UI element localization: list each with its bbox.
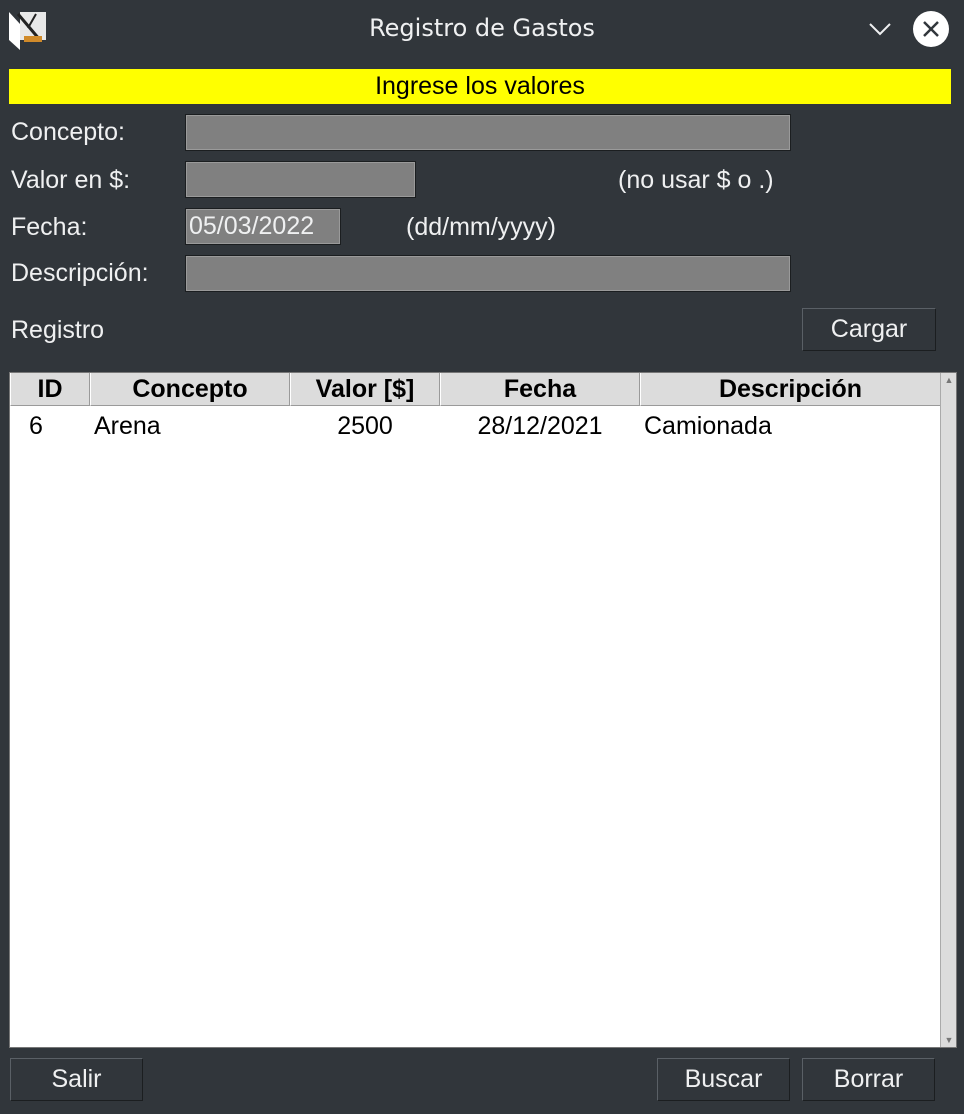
- instruction-banner: Ingrese los valores: [9, 69, 951, 104]
- scroll-up-icon[interactable]: ▲: [942, 374, 956, 386]
- cell-fecha: 28/12/2021: [477, 412, 603, 440]
- column-header-fecha[interactable]: Fecha: [440, 373, 640, 406]
- valor-label: Valor en $:: [11, 166, 131, 194]
- fecha-hint: (dd/mm/yyyy): [406, 213, 556, 241]
- column-header-concepto[interactable]: Concepto: [90, 373, 290, 406]
- close-icon[interactable]: [912, 10, 950, 48]
- table-body: 6 Arena 2500 28/12/2021 Camionada: [10, 406, 941, 446]
- records-table[interactable]: ID Concepto Valor [$] Fecha Descripción …: [9, 372, 957, 1048]
- window-title: Registro de Gastos: [369, 14, 595, 42]
- borrar-button[interactable]: Borrar: [802, 1058, 935, 1101]
- valor-input[interactable]: [185, 161, 416, 198]
- descripcion-label: Descripción:: [11, 259, 149, 287]
- fecha-label: Fecha:: [11, 213, 88, 241]
- table-row[interactable]: 6 Arena 2500 28/12/2021 Camionada: [10, 406, 941, 446]
- column-header-id[interactable]: ID: [10, 373, 90, 406]
- column-header-descripcion[interactable]: Descripción: [640, 373, 941, 406]
- cell-id: 6: [29, 412, 43, 440]
- concepto-input[interactable]: [185, 114, 791, 151]
- cell-valor: 2500: [337, 412, 393, 440]
- table-header: ID Concepto Valor [$] Fecha Descripción: [10, 373, 941, 406]
- descripcion-input[interactable]: [185, 255, 791, 292]
- cargar-button[interactable]: Cargar: [802, 308, 936, 351]
- salir-button[interactable]: Salir: [10, 1058, 143, 1101]
- title-bar: Registro de Gastos: [0, 0, 964, 58]
- scroll-down-icon[interactable]: ▼: [942, 1034, 956, 1046]
- concepto-label: Concepto:: [11, 118, 125, 146]
- cell-descripcion: Camionada: [644, 412, 772, 440]
- vertical-scrollbar[interactable]: ▲ ▼: [940, 373, 956, 1047]
- fecha-input[interactable]: [185, 208, 341, 245]
- chevron-down-icon[interactable]: [866, 16, 894, 42]
- registro-label: Registro: [11, 316, 105, 344]
- buscar-button[interactable]: Buscar: [657, 1058, 790, 1101]
- cell-concepto: Arena: [94, 412, 161, 440]
- valor-hint: (no usar $ o .): [618, 166, 774, 194]
- column-header-valor[interactable]: Valor [$]: [290, 373, 440, 406]
